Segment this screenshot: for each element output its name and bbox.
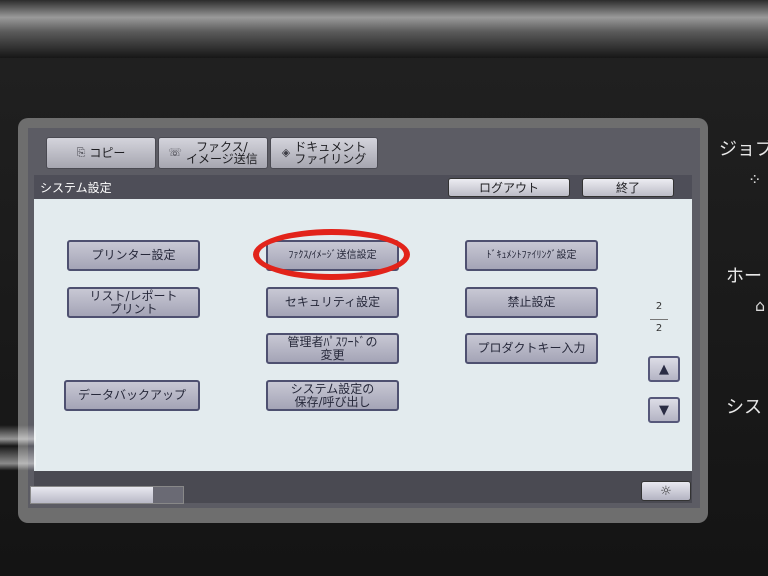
fax-icon: ☏ — [168, 146, 182, 159]
job-status-icon[interactable]: ⁘ — [748, 170, 761, 189]
tab-document-filing-label: ドキュメント ファイリング — [294, 140, 367, 166]
system-settings-key-label: シス — [726, 397, 762, 418]
system-settings-save-recall-button[interactable]: システム設定の 保存/呼び出し — [266, 380, 399, 411]
arrow-up-icon: ▲ — [659, 361, 669, 377]
tab-fax-image-send[interactable]: ☏ ファクス/ イメージ送信 — [158, 137, 268, 169]
highlight-circle — [253, 229, 410, 280]
status-indicator — [30, 486, 184, 504]
security-settings-button[interactable]: セキュリティ設定 — [266, 287, 399, 318]
printer-settings-button[interactable]: プリンター設定 — [67, 240, 200, 271]
page-title: システム設定 — [40, 181, 112, 195]
list-report-print-button[interactable]: リスト/レポート プリント — [67, 287, 200, 318]
job-status-key-label: ジョブ — [719, 139, 768, 160]
page-current: 2 — [655, 301, 663, 312]
brightness-button[interactable]: ☼ — [641, 481, 691, 501]
arrow-down-icon: ▼ — [659, 402, 669, 418]
document-filing-icon: ◈ — [281, 146, 291, 159]
device-top-edge — [0, 0, 768, 58]
exit-button[interactable]: 終了 — [582, 178, 674, 197]
copy-icon: ⎘ — [76, 146, 86, 159]
screen-glare — [0, 425, 36, 495]
data-backup-button[interactable]: データバックアップ — [64, 380, 200, 411]
page-divider — [650, 319, 668, 320]
home-key-label: ホー — [726, 266, 762, 287]
brightness-icon: ☼ — [660, 483, 672, 499]
tab-copy-label: コピー — [89, 146, 126, 160]
scroll-down-button[interactable]: ▼ — [648, 397, 680, 423]
admin-password-change-button[interactable]: 管理者ﾊﾟｽﾜｰﾄﾞの 変更 — [266, 333, 399, 364]
status-indicator-fill — [31, 487, 153, 503]
tab-document-filing[interactable]: ◈ ドキュメント ファイリング — [270, 137, 378, 169]
logout-button[interactable]: ログアウト — [448, 178, 570, 197]
document-filing-settings-button[interactable]: ﾄﾞｷｭﾒﾝﾄﾌｧｲﾘﾝｸﾞ設定 — [465, 240, 598, 271]
tab-copy[interactable]: ⎘ コピー — [46, 137, 156, 169]
home-icon[interactable]: ⌂ — [755, 296, 765, 315]
page-total: 2 — [655, 323, 663, 334]
product-key-input-button[interactable]: プロダクトキー入力 — [465, 333, 598, 364]
scroll-up-button[interactable]: ▲ — [648, 356, 680, 382]
prohibit-settings-button[interactable]: 禁止設定 — [465, 287, 598, 318]
tab-fax-image-send-label: ファクス/ イメージ送信 — [186, 140, 258, 166]
